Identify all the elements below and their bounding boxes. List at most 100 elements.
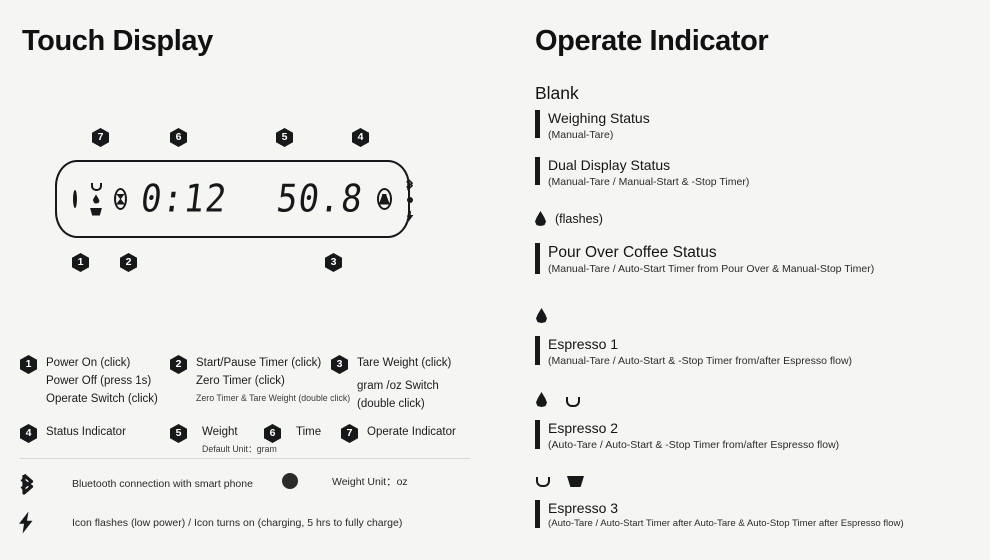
legend-badge-number: 2 (175, 358, 182, 371)
status-sub: (Manual-Tare / Auto-Start & -Stop Timer … (548, 354, 853, 367)
icon-legend-label: Weight Unit：oz (332, 475, 408, 488)
drop-icon (536, 308, 547, 323)
status-sub: (Manual-Tare / Auto-Start Timer from Pou… (548, 263, 875, 276)
callout-badge-1: 1 (72, 253, 89, 277)
touch-display-panel: Touch Display 7 6 5 4 0:12 50.8 1 2 3 1 … (0, 0, 510, 560)
status-bar-marker (535, 157, 540, 185)
operate-indicator-icon-group (90, 182, 102, 216)
status-title: Weighing Status (548, 110, 650, 126)
cup-outline-icon (536, 477, 550, 487)
cup-filled-icon (90, 207, 102, 216)
glyph-row-espresso-2 (536, 392, 580, 407)
legend-line: Status Indicator (46, 426, 126, 438)
callout-badge-number: 5 (281, 131, 288, 144)
page-title-operate-indicator: Operate Indicator (535, 25, 769, 57)
bluetooth-icon (18, 473, 52, 495)
legend-item-6: 6 Time (264, 424, 321, 443)
callout-badge-number: 3 (330, 256, 337, 269)
drop-icon (92, 194, 100, 204)
status-title: Dual Display Status (548, 157, 671, 173)
status-title: Espresso 3 (548, 500, 619, 516)
icon-legend-bluetooth: Bluetooth connection with smart phone (18, 473, 253, 495)
lightning-bolt-icon (406, 209, 414, 222)
legend-subline: Default Unit：gram (202, 443, 277, 454)
glyph-row-pour-over: (flashes) (535, 211, 603, 226)
legend-item-3: 3 Tare Weight (click) gram /oz Switch (d… (331, 355, 451, 413)
legend-badge-2: 2 (170, 355, 187, 374)
legend-line: Time (296, 426, 322, 438)
hourglass-circle-icon (114, 188, 127, 210)
callout-badge-number: 6 (175, 131, 182, 144)
icon-legend-weight-unit: Weight Unit：oz (282, 473, 408, 489)
status-item-espresso-2: Espresso 2 (Auto-Tare / Auto-Start & -St… (535, 420, 839, 452)
legend-line: Power On (click) (46, 357, 131, 369)
cup-filled-icon (567, 476, 584, 487)
legend-divider (20, 458, 470, 459)
legend-line: Operate Indicator (367, 426, 456, 438)
callout-badge-7: 7 (92, 128, 109, 152)
status-title: Espresso 1 (548, 336, 619, 352)
operate-indicator-panel: Operate Indicator Blank Weighing Status … (525, 0, 990, 560)
status-bar-marker (535, 336, 540, 365)
legend-line: Zero Timer (click) (196, 374, 285, 387)
status-sub: (Manual-Tare) (548, 128, 614, 141)
status-sub: (Manual-Tare / Manual-Start & -Stop Time… (548, 175, 750, 188)
status-item-pour-over: Pour Over Coffee Status (Manual-Tare / A… (535, 243, 874, 277)
callout-badge-number: 1 (77, 256, 84, 269)
legend-item-5: 5 Weight Default Unit：gram (170, 424, 277, 456)
glyph-row-espresso-3 (536, 476, 584, 487)
legend-badge-1: 1 (20, 355, 37, 374)
cup-outline-icon (566, 397, 580, 407)
legend-line: Tare Weight (click) (357, 357, 452, 369)
drop-icon (535, 211, 546, 226)
status-title: Espresso 2 (548, 420, 619, 436)
legend-badge-number: 4 (25, 427, 32, 440)
legend-item-2: 2 Start/Pause Timer (click) Zero Timer (… (170, 355, 350, 405)
status-item-espresso-1: Espresso 1 (Manual-Tare / Auto-Start & -… (535, 336, 852, 368)
legend-line: (double click) (357, 397, 425, 410)
legend-badge-4: 4 (20, 424, 37, 443)
infographic-page: Touch Display 7 6 5 4 0:12 50.8 1 2 3 1 … (0, 0, 990, 560)
lightning-bolt-icon (18, 511, 52, 534)
cup-outline-icon (90, 182, 102, 191)
status-indicator-icon-group (405, 178, 415, 222)
callout-badge-number: 4 (357, 131, 364, 144)
status-bar-marker (535, 420, 540, 449)
legend-line: Power Off (press 1s) (46, 374, 152, 387)
callout-badge-number: 2 (125, 256, 132, 269)
status-title: Pour Over Coffee Status (548, 244, 717, 261)
page-title-touch-display: Touch Display (22, 25, 213, 57)
legend-badge-number: 5 (175, 427, 182, 440)
legend-badge-7: 7 (341, 424, 358, 443)
power-circle-icon (73, 190, 77, 208)
status-sub: (Auto-Tare / Auto-Start & -Stop Timer fr… (548, 438, 840, 451)
lcd-weight-value: 50.8 (274, 176, 366, 222)
status-bar-marker (535, 243, 540, 274)
icon-legend-label: Icon flashes (low power) / Icon turns on… (72, 516, 403, 529)
status-item-dual-display: Dual Display Status (Manual-Tare / Manua… (535, 157, 749, 189)
legend-line: Start/Pause Timer (click) (196, 357, 322, 369)
legend-subline: Zero Timer & Tare Weight (double click) (196, 392, 351, 403)
bluetooth-icon (405, 178, 415, 191)
legend-badge-number: 6 (269, 427, 276, 440)
status-item-weighing: Weighing Status (Manual-Tare) (535, 110, 650, 142)
glyph-row-espresso-1 (536, 308, 547, 323)
weight-unit-dot-icon (406, 196, 413, 203)
callout-badge-2: 2 (120, 253, 137, 277)
flashes-label: (flashes) (555, 211, 603, 226)
legend-badge-number: 7 (346, 427, 353, 440)
legend-badge-number: 1 (25, 358, 32, 371)
legend-badge-6: 6 (264, 424, 281, 443)
callout-badge-3: 3 (325, 253, 342, 277)
callout-badge-4: 4 (352, 128, 369, 152)
icon-legend-battery: Icon flashes (low power) / Icon turns on… (18, 511, 402, 534)
status-bar-marker (535, 500, 540, 528)
callout-badge-5: 5 (276, 128, 293, 152)
status-bar-marker (535, 110, 540, 138)
drop-icon (536, 392, 547, 407)
status-sub: (Auto-Tare / Auto-Start Timer after Auto… (548, 517, 904, 529)
callout-badge-number: 7 (97, 131, 104, 144)
legend-line: Operate Switch (click) (46, 392, 158, 405)
callout-badge-6: 6 (170, 128, 187, 152)
legend-badge-5: 5 (170, 424, 187, 443)
